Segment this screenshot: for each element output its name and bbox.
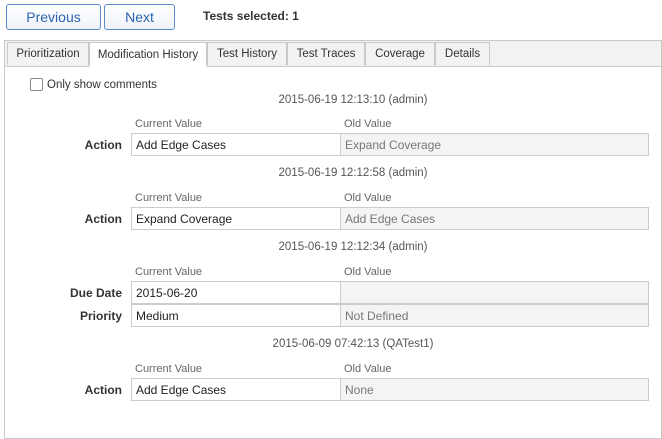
field-label: Action [84,212,122,226]
current-value-header: Current Value [135,266,203,278]
old-value-header: Old Value [344,118,392,130]
previous-button[interactable]: Previous [6,4,101,30]
current-value-cell: 2015-06-20 [131,281,341,304]
tab-test-traces[interactable]: Test Traces [287,42,365,65]
old-value-header: Old Value [344,363,392,375]
tab-test-history[interactable]: Test History [207,42,287,65]
tests-selected-label: Tests selected: 1 [203,9,299,23]
current-value-cell: Add Edge Cases [131,378,341,401]
field-label: Action [84,138,122,152]
only-comments-checkbox[interactable] [30,78,43,91]
field-label: Action [84,383,122,397]
field-label: Priority [79,309,122,323]
next-button[interactable]: Next [104,4,175,30]
entry-timestamp: 2015-06-09 07:42:13 (QATest1) [272,338,434,350]
old-value-cell: Add Edge Cases [340,207,649,230]
tab-prioritization[interactable]: Prioritization [7,42,89,65]
toolbar: Previous Next Tests selected: 1 [0,0,662,34]
tab-modification-history[interactable]: Modification History [89,42,207,67]
old-value-cell: Expand Coverage [340,133,649,156]
entry-timestamp: 2015-06-19 12:13:10 (admin) [278,94,428,106]
details-panel: Prioritization Modification History Test… [4,40,662,439]
old-value-cell: None [340,378,649,401]
tab-details[interactable]: Details [435,42,490,65]
old-value-cell [340,281,649,304]
tab-coverage[interactable]: Coverage [365,42,435,65]
entry-timestamp: 2015-06-19 12:12:58 (admin) [278,167,428,179]
old-value-cell: Not Defined [340,304,649,327]
current-value-cell: Medium [131,304,341,327]
current-value-cell: Expand Coverage [131,207,341,230]
current-value-header: Current Value [135,118,203,130]
field-label: Due Date [69,286,122,300]
current-value-header: Current Value [135,363,203,375]
old-value-header: Old Value [344,192,392,204]
only-comments-label: Only show comments [47,78,157,91]
current-value-header: Current Value [135,192,203,204]
tab-bar: Prioritization Modification History Test… [5,41,661,67]
only-comments-filter[interactable]: Only show comments [30,78,157,91]
current-value-cell: Add Edge Cases [131,133,341,156]
old-value-header: Old Value [344,266,392,278]
entry-timestamp: 2015-06-19 12:12:34 (admin) [278,241,428,253]
